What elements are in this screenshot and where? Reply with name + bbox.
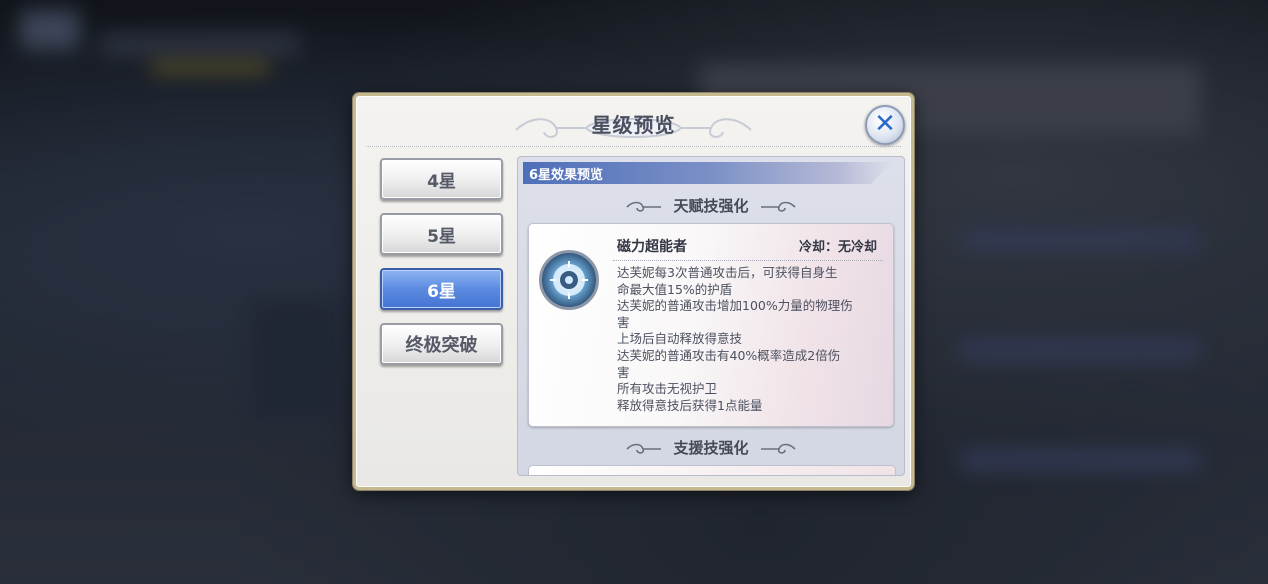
support-skill-card-partial [528,465,896,475]
tab-4-star[interactable]: 4星 [380,158,503,200]
desc-line: 达芙妮每3次普通攻击后，可获得自身生 [617,265,838,280]
effect-preview-panel[interactable]: 6星效果预览 天赋技强化 磁力超能者 冷却：无冷却 达芙妮每3次普通攻击后，可获… [517,156,905,476]
tab-5-star[interactable]: 5星 [380,213,503,255]
star-tab-list: 4星 5星 6星 终极突破 [380,158,503,378]
skill-description: 达芙妮每3次普通攻击后，可获得自身生 命最大值15%的护盾 达芙妮的普通攻击增加… [617,265,885,414]
section-support-title: 支援技强化 [673,439,749,457]
skill-emblem-icon [539,250,599,310]
right-swirl-icon [760,201,796,212]
desc-line: 达芙妮的普通攻击有40%概率造成2倍伤 [617,347,841,363]
section-talent-title: 天赋技强化 [673,197,749,215]
desc-line: 达芙妮的普通攻击增加100%力量的物理伤 [617,298,853,314]
tab-ultimate-breakthrough[interactable]: 终极突破 [380,323,503,365]
panel-header-label: 6星效果预览 [529,168,604,183]
desc-line: 释放得意技后获得1点能量 [617,397,763,413]
title-divider [366,146,901,147]
desc-line: 害 [617,314,630,330]
left-swirl-icon [626,201,662,212]
section-support-header: 支援技强化 [518,437,904,459]
desc-line: 上场后自动释放得意技 [617,331,743,347]
desc-line: 命最大值15%的护盾 [617,281,733,297]
skill-name: 磁力超能者 [617,239,687,255]
tab-6-star[interactable]: 6星 [380,268,503,310]
skill-card: 磁力超能者 冷却：无冷却 达芙妮每3次普通攻击后，可获得自身生 命最大值15%的… [528,223,894,427]
right-swirl-icon [760,443,796,454]
panel-header-band: 6星效果预览 [523,162,893,184]
close-button[interactable]: ✕ [865,105,905,145]
desc-line: 害 [617,364,630,380]
section-talent-header: 天赋技强化 [518,195,904,217]
dialog-title-bar: 星级预览 ✕ [356,100,911,146]
desc-line: 所有攻击无视护卫 [617,381,718,397]
star-preview-dialog: 星级预览 ✕ 4星 5星 6星 终极突破 6星效果预览 天赋技强化 磁力超能者 … [353,93,914,490]
skill-divider [613,260,883,261]
close-icon: ✕ [874,109,896,139]
left-swirl-icon [626,443,662,454]
skill-cooldown: 冷却：无冷却 [798,240,877,255]
dialog-title: 星级预览 [591,113,676,137]
